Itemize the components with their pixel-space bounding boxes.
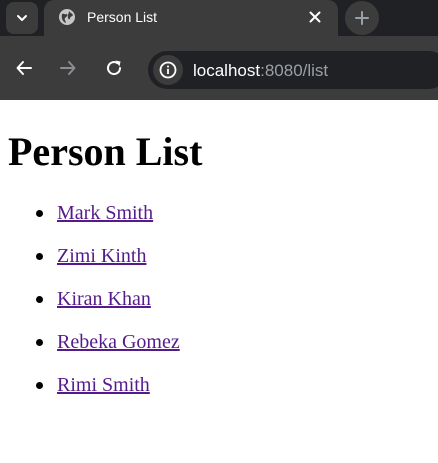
arrow-left-icon [16, 61, 32, 75]
bullet [36, 296, 43, 303]
info-icon [159, 61, 177, 79]
list-item: Kiran Khan [0, 287, 180, 330]
tab-close-button[interactable] [306, 8, 324, 26]
forward-button[interactable] [55, 55, 81, 81]
person-link[interactable]: Rimi Smith [57, 374, 150, 396]
toolbar: localhost:8080/list [0, 38, 438, 101]
list-item: Rebeka Gomez [0, 330, 180, 373]
url-path: :8080/list [260, 61, 329, 80]
new-tab-button[interactable] [345, 1, 379, 35]
person-link[interactable]: Rebeka Gomez [57, 331, 180, 353]
chevron-down-icon [17, 15, 27, 21]
list-item: Zimi Kinth [0, 244, 180, 287]
tab-search-button[interactable] [6, 2, 38, 34]
tab-title: Person List [87, 9, 158, 25]
bullet [36, 339, 43, 346]
page-content: Person List Mark Smith Zimi Kinth Kiran … [0, 100, 438, 463]
address-bar[interactable]: localhost:8080/list [148, 51, 438, 89]
bullet [36, 253, 43, 260]
bullet [36, 210, 43, 217]
url-text[interactable]: localhost:8080/list [193, 61, 328, 80]
person-link[interactable]: Zimi Kinth [57, 245, 146, 267]
list-item: Mark Smith [0, 201, 180, 244]
site-info-button[interactable] [153, 55, 183, 85]
tab-person-list[interactable]: Person List [44, 0, 338, 38]
reload-icon [107, 60, 122, 76]
url-host: localhost [193, 61, 261, 80]
globe-icon [59, 9, 75, 25]
close-icon [309, 11, 321, 23]
list-item: Rimi Smith [0, 373, 180, 416]
reload-button[interactable] [101, 55, 127, 81]
bullet [36, 382, 43, 389]
browser-chrome: Person List localhost:8080/list [0, 0, 438, 101]
tab-strip: Person List [0, 0, 438, 38]
arrow-right-icon [60, 61, 76, 75]
plus-icon [355, 11, 369, 25]
page-title: Person List [8, 129, 203, 174]
person-list: Mark Smith Zimi Kinth Kiran Khan Rebeka … [0, 201, 180, 416]
back-button[interactable] [11, 55, 37, 81]
person-link[interactable]: Kiran Khan [57, 288, 151, 310]
person-link[interactable]: Mark Smith [57, 202, 153, 224]
